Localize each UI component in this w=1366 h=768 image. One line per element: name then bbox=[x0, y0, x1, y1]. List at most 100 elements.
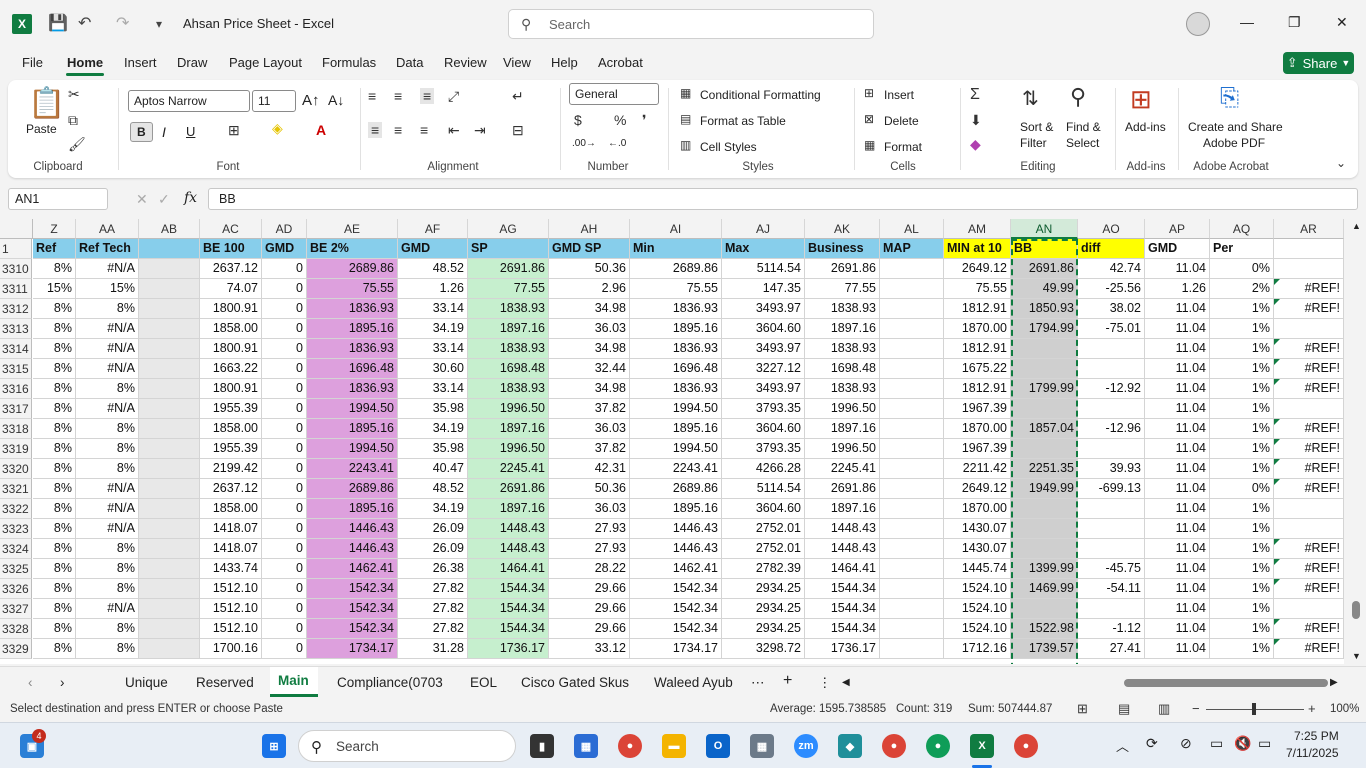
display-icon[interactable]: ▭ bbox=[1210, 735, 1223, 752]
table-cell[interactable]: 11.04 bbox=[1145, 299, 1210, 319]
scroll-thumb[interactable] bbox=[1352, 601, 1360, 619]
table-cell[interactable]: 0 bbox=[262, 619, 307, 639]
table-cell[interactable]: 1430.07 bbox=[944, 519, 1011, 539]
table-cell[interactable]: 0 bbox=[262, 639, 307, 659]
table-cell[interactable]: 1870.00 bbox=[944, 419, 1011, 439]
table-cell[interactable]: 2199.42 bbox=[200, 459, 262, 479]
table-cell[interactable]: 1.26 bbox=[1145, 279, 1210, 299]
table-cell[interactable] bbox=[880, 339, 944, 359]
fill-color-icon[interactable]: ◈ bbox=[272, 120, 283, 137]
table-cell[interactable]: 0 bbox=[262, 539, 307, 559]
table-cell[interactable] bbox=[880, 459, 944, 479]
column-header-ao[interactable]: AO bbox=[1078, 219, 1145, 239]
hscroll-left-icon[interactable]: ◀ bbox=[842, 677, 850, 688]
table-cell[interactable]: 2934.25 bbox=[722, 599, 805, 619]
table-cell[interactable] bbox=[880, 619, 944, 639]
row-header[interactable]: 3318 bbox=[0, 419, 32, 439]
font-name-select[interactable]: Aptos Narrow bbox=[128, 90, 250, 112]
column-header-aa[interactable]: AA bbox=[76, 219, 139, 239]
table-cell[interactable]: #REF! bbox=[1274, 479, 1344, 499]
table-cell[interactable]: 1897.16 bbox=[468, 499, 549, 519]
table-cell[interactable]: 11.04 bbox=[1145, 339, 1210, 359]
table-cell[interactable]: 34.98 bbox=[549, 299, 630, 319]
table-cell[interactable]: 1544.34 bbox=[468, 619, 549, 639]
table-cell[interactable]: #N/A bbox=[76, 259, 139, 279]
header-cell[interactable]: MIN at 10 bbox=[944, 239, 1011, 259]
increase-decimal-icon[interactable]: .00→ bbox=[572, 138, 596, 149]
table-cell[interactable]: 1838.93 bbox=[805, 339, 880, 359]
table-cell[interactable]: 33.12 bbox=[549, 639, 630, 659]
table-cell[interactable]: 11.04 bbox=[1145, 479, 1210, 499]
column-header-ag[interactable]: AG bbox=[468, 219, 549, 239]
table-cell[interactable]: 75.55 bbox=[630, 279, 722, 299]
table-cell[interactable]: 1524.10 bbox=[944, 619, 1011, 639]
table-cell[interactable]: 1512.10 bbox=[200, 579, 262, 599]
insert-function-icon[interactable]: fx bbox=[184, 190, 197, 206]
table-cell[interactable]: 1448.43 bbox=[468, 539, 549, 559]
row-header[interactable]: 3320 bbox=[0, 459, 32, 479]
header-cell[interactable]: MAP bbox=[880, 239, 944, 259]
table-cell[interactable]: 1897.16 bbox=[468, 319, 549, 339]
share-button[interactable]: ⇪ Share ▼ bbox=[1283, 52, 1354, 74]
align-left-icon[interactable]: ≡ bbox=[368, 122, 383, 138]
table-cell[interactable] bbox=[1078, 399, 1145, 419]
table-cell[interactable]: 1464.41 bbox=[805, 559, 880, 579]
table-cell[interactable]: 2251.35 bbox=[1011, 459, 1078, 479]
table-cell[interactable]: 0 bbox=[262, 419, 307, 439]
prev-sheet-icon[interactable]: ‹ bbox=[28, 675, 33, 690]
table-cell[interactable] bbox=[880, 519, 944, 539]
table-cell[interactable]: 0% bbox=[1210, 259, 1274, 279]
table-cell[interactable]: #N/A bbox=[76, 499, 139, 519]
table-cell[interactable]: 36.03 bbox=[549, 499, 630, 519]
addins-button[interactable]: Add-ins bbox=[1125, 120, 1166, 134]
table-cell[interactable]: 1800.91 bbox=[200, 339, 262, 359]
table-cell[interactable] bbox=[1078, 439, 1145, 459]
table-cell[interactable] bbox=[139, 439, 200, 459]
table-cell[interactable]: 3493.97 bbox=[722, 339, 805, 359]
cell-styles-button[interactable]: Cell Styles bbox=[700, 140, 757, 154]
table-cell[interactable] bbox=[1274, 319, 1344, 339]
table-cell[interactable] bbox=[880, 539, 944, 559]
table-cell[interactable]: 1446.43 bbox=[307, 519, 398, 539]
table-cell[interactable]: 3227.12 bbox=[722, 359, 805, 379]
header-cell[interactable]: GMD bbox=[262, 239, 307, 259]
table-cell[interactable] bbox=[1274, 399, 1344, 419]
table-cell[interactable] bbox=[1011, 599, 1078, 619]
table-cell[interactable]: 1812.91 bbox=[944, 299, 1011, 319]
column-header-ai[interactable]: AI bbox=[630, 219, 722, 239]
table-cell[interactable] bbox=[139, 319, 200, 339]
table-cell[interactable]: 0 bbox=[262, 339, 307, 359]
row-header[interactable]: 3326 bbox=[0, 579, 32, 599]
row-header[interactable]: 3315 bbox=[0, 359, 32, 379]
insert-cells-button[interactable]: Insert bbox=[884, 88, 914, 102]
table-cell[interactable]: 1% bbox=[1210, 619, 1274, 639]
table-cell[interactable] bbox=[139, 379, 200, 399]
table-cell[interactable]: 11.04 bbox=[1145, 419, 1210, 439]
table-cell[interactable]: 1544.34 bbox=[805, 619, 880, 639]
table-cell[interactable]: 2691.86 bbox=[468, 479, 549, 499]
sheet-tab-eol[interactable]: EOL bbox=[470, 675, 497, 690]
row-header[interactable]: 3310 bbox=[0, 259, 32, 279]
table-cell[interactable] bbox=[139, 259, 200, 279]
table-cell[interactable]: 1% bbox=[1210, 539, 1274, 559]
table-cell[interactable]: 34.98 bbox=[549, 379, 630, 399]
table-cell[interactable]: 8% bbox=[76, 619, 139, 639]
table-cell[interactable]: -12.96 bbox=[1078, 419, 1145, 439]
sheet-tab-main[interactable]: Main bbox=[278, 673, 309, 688]
table-cell[interactable]: 75.55 bbox=[307, 279, 398, 299]
table-cell[interactable]: 48.52 bbox=[398, 479, 468, 499]
table-cell[interactable] bbox=[139, 579, 200, 599]
table-cell[interactable]: 1858.00 bbox=[200, 419, 262, 439]
table-cell[interactable]: 1967.39 bbox=[944, 399, 1011, 419]
table-cell[interactable] bbox=[1078, 539, 1145, 559]
table-cell[interactable] bbox=[880, 279, 944, 299]
calculator-icon[interactable]: ▦ bbox=[750, 734, 774, 758]
table-cell[interactable] bbox=[1274, 259, 1344, 279]
table-cell[interactable]: 1812.91 bbox=[944, 339, 1011, 359]
table-cell[interactable]: 2752.01 bbox=[722, 519, 805, 539]
table-cell[interactable]: 11.04 bbox=[1145, 319, 1210, 339]
row-header[interactable]: 3321 bbox=[0, 479, 32, 499]
table-cell[interactable]: #REF! bbox=[1274, 539, 1344, 559]
sheet-tab-unique[interactable]: Unique bbox=[125, 675, 168, 690]
format-as-table-button[interactable]: Format as Table bbox=[700, 114, 786, 128]
